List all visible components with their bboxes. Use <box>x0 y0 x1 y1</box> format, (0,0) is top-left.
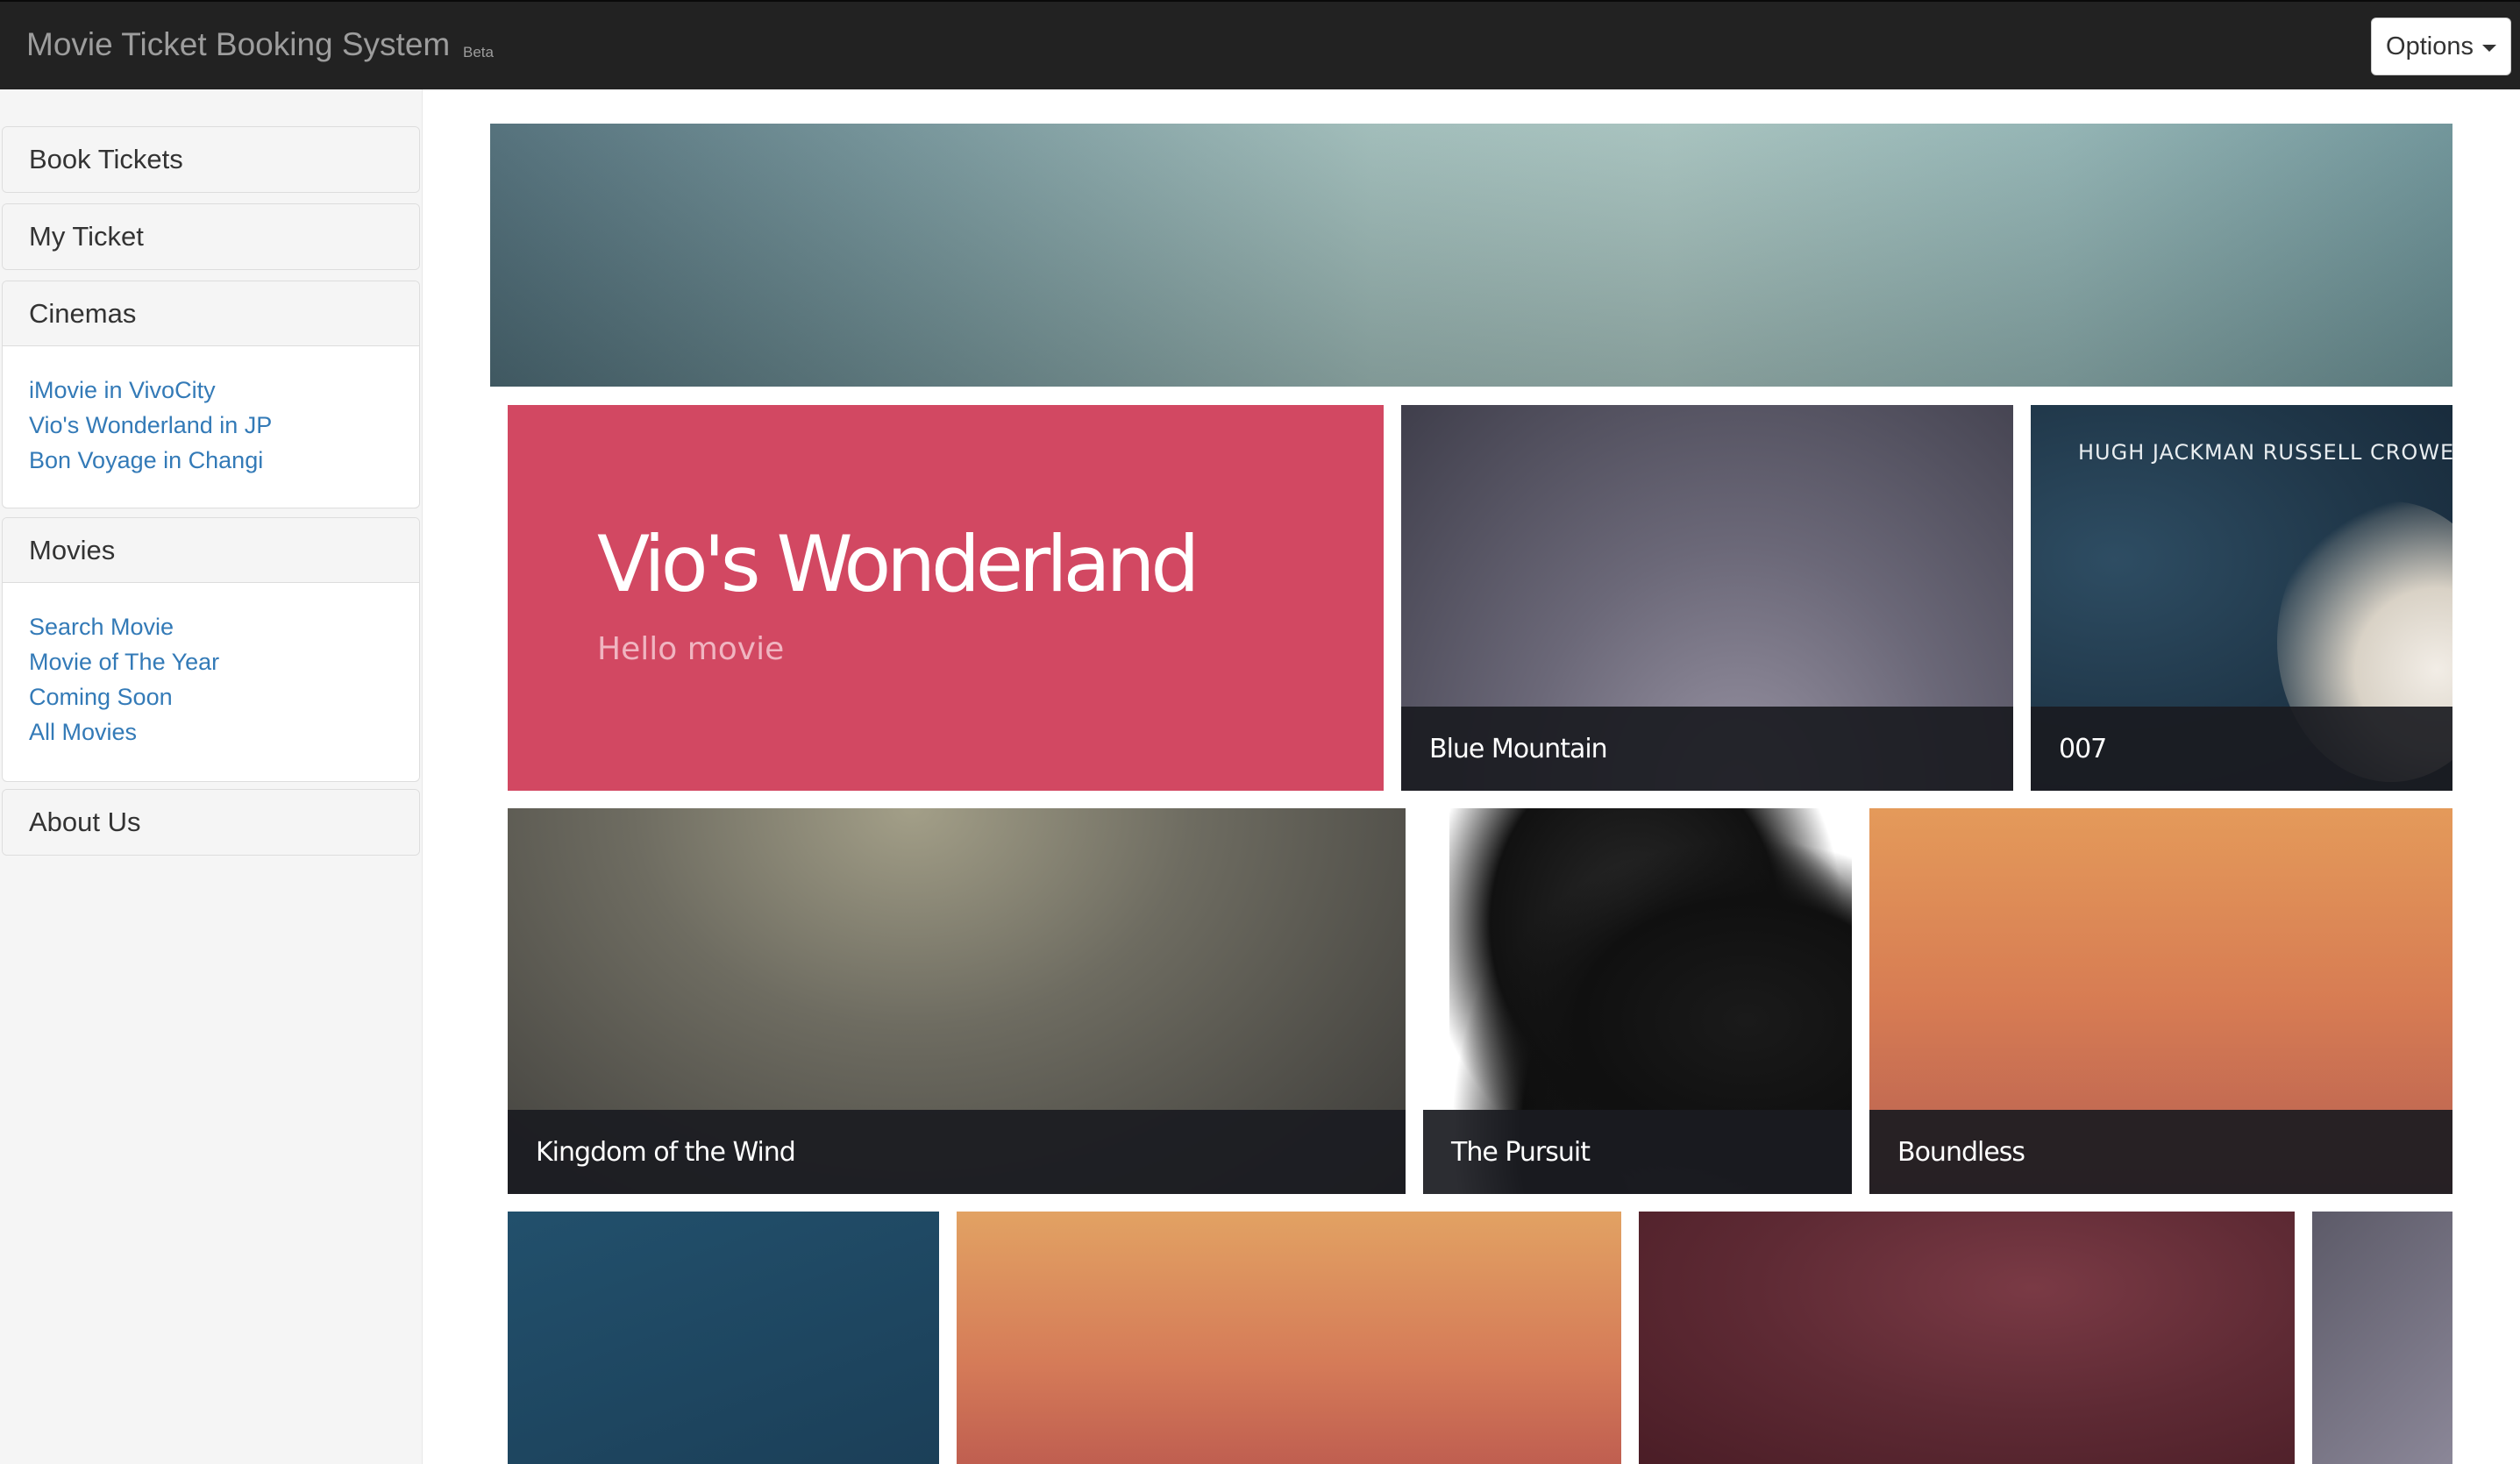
movie-tile[interactable] <box>2312 1212 2452 1464</box>
cinema-link-bon-voyage[interactable]: Bon Voyage in Changi <box>29 443 419 478</box>
hero-banner <box>490 124 2452 387</box>
movie-tile-label: Kingdom of the Wind <box>508 1110 1406 1194</box>
movie-tile-label: 007 <box>2031 707 2452 791</box>
movie-tile-kingdom-of-the-wind[interactable]: Kingdom of the Wind <box>508 808 1406 1194</box>
movie-tile-label: The Pursuit <box>1423 1110 1852 1194</box>
movie-tile-boundless[interactable]: Boundless <box>1869 808 2452 1194</box>
cinemas-heading: Cinemas <box>3 281 419 346</box>
cinema-link-imovie-vivocity[interactable]: iMovie in VivoCity <box>29 373 419 408</box>
movie-tile[interactable] <box>957 1212 1621 1464</box>
movie-link-all-movies[interactable]: All Movies <box>29 714 419 750</box>
sidebar-item-book-tickets[interactable]: Book Tickets <box>2 126 420 193</box>
feature-title: Vio's Wonderland <box>597 519 1199 609</box>
movie-tile-007[interactable]: HUGH JACKMAN RUSSELL CROWE A 007 <box>2031 405 2452 791</box>
top-navbar: Movie Ticket Booking System Beta Options <box>0 0 2520 89</box>
movie-link-coming-soon[interactable]: Coming Soon <box>29 679 419 714</box>
beta-badge: Beta <box>463 44 494 60</box>
movie-link-movie-of-the-year[interactable]: Movie of The Year <box>29 644 419 679</box>
featured-cinema-tile[interactable]: Vio's Wonderland Hello movie <box>508 405 1384 791</box>
sidebar-item-about-us[interactable]: About Us <box>2 789 420 856</box>
options-dropdown-button[interactable]: Options <box>2371 18 2511 75</box>
sidebar: Book Tickets My Ticket Cinemas iMovie in… <box>0 89 423 1464</box>
cinemas-panel: Cinemas iMovie in VivoCity Vio's Wonderl… <box>2 281 420 508</box>
sidebar-item-label: My Ticket <box>3 204 419 269</box>
sidebar-item-my-ticket[interactable]: My Ticket <box>2 203 420 270</box>
movie-tile-the-pursuit[interactable]: The Pursuit <box>1423 808 1852 1194</box>
cinema-link-vios-wonderland[interactable]: Vio's Wonderland in JP <box>29 408 419 443</box>
poster-cast-text: HUGH JACKMAN RUSSELL CROWE A <box>2078 440 2452 465</box>
movies-list: Search Movie Movie of The Year Coming So… <box>3 583 419 771</box>
app-brand[interactable]: Movie Ticket Booking System <box>26 26 450 63</box>
movie-tile-label: Boundless <box>1869 1110 2452 1194</box>
feature-subtitle: Hello movie <box>597 631 785 667</box>
options-label: Options <box>2386 32 2474 60</box>
movies-panel: Movies Search Movie Movie of The Year Co… <box>2 517 420 782</box>
sidebar-item-label: About Us <box>3 790 419 855</box>
cinemas-list: iMovie in VivoCity Vio's Wonderland in J… <box>3 346 419 499</box>
movie-tile[interactable] <box>508 1212 939 1464</box>
movie-tile[interactable] <box>1639 1212 2295 1464</box>
caret-down-icon <box>2481 45 2496 52</box>
movie-link-search[interactable]: Search Movie <box>29 609 419 644</box>
movie-tile-blue-mountain[interactable]: Blue Mountain <box>1401 405 2013 791</box>
sidebar-item-label: Book Tickets <box>3 127 419 192</box>
movie-tile-label: Blue Mountain <box>1401 707 2013 791</box>
movies-heading: Movies <box>3 518 419 583</box>
